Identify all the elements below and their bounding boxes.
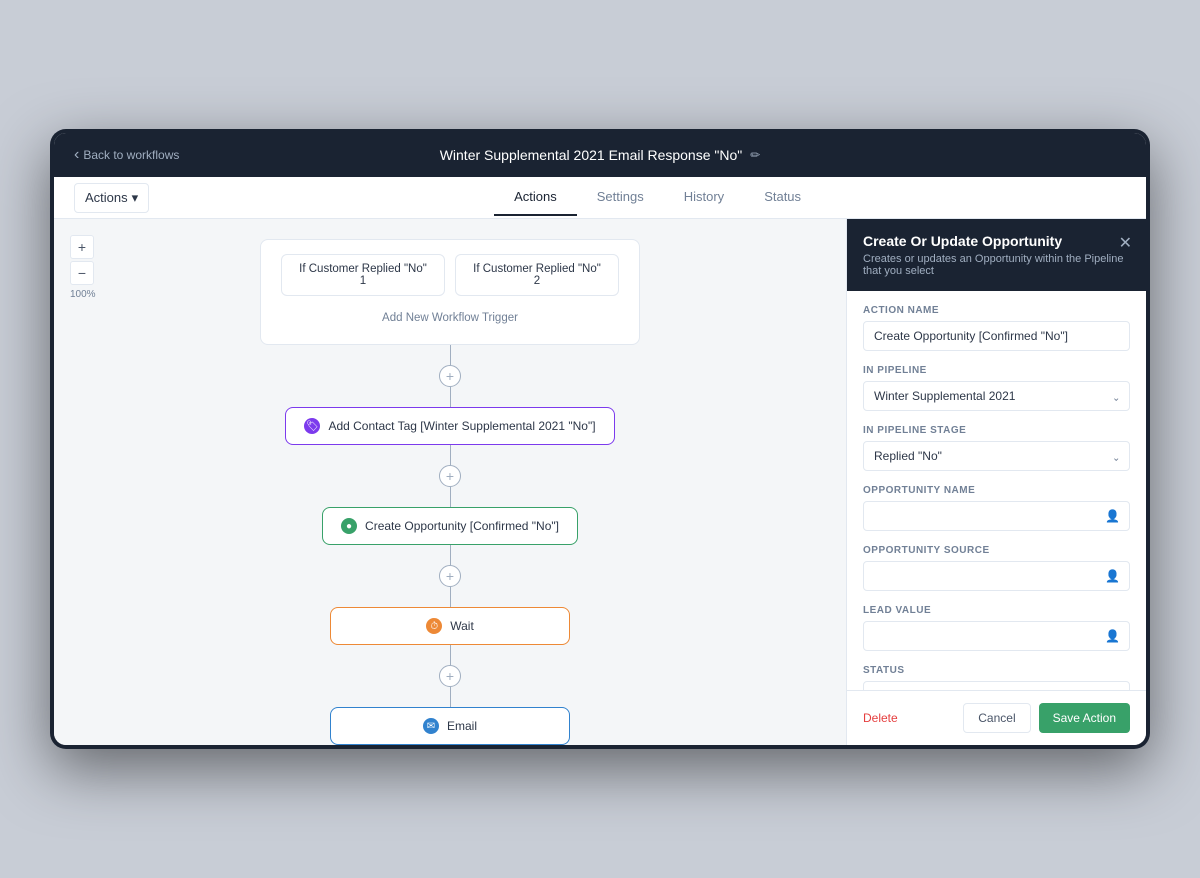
- opportunity-source-input[interactable]: [863, 561, 1130, 591]
- page-title: Winter Supplemental 2021 Email Response …: [440, 147, 761, 163]
- create-opportunity-node[interactable]: ● Create Opportunity [Confirmed "No"]: [322, 507, 578, 545]
- lead-value-label: LEAD VALUE: [863, 605, 1130, 616]
- save-action-button[interactable]: Save Action: [1039, 703, 1130, 733]
- source-icon: 👤: [1105, 569, 1120, 583]
- opportunity-name-input[interactable]: [863, 501, 1130, 531]
- status-select[interactable]: Select Status: [863, 681, 1130, 690]
- pipeline-stage-field: IN PIPELINE STAGE Replied "No": [863, 425, 1130, 471]
- add-trigger-button[interactable]: Add New Workflow Trigger: [281, 306, 619, 330]
- right-panel: Create Or Update Opportunity Creates or …: [846, 219, 1146, 745]
- lead-value-input[interactable]: [863, 621, 1130, 651]
- actions-dropdown[interactable]: Actions ▾: [74, 183, 149, 213]
- tab-list: Actions Settings History Status: [189, 179, 1126, 216]
- opportunity-name-input-wrapper: 👤: [863, 501, 1130, 531]
- opportunity-source-input-wrapper: 👤: [863, 561, 1130, 591]
- email-icon: ✉: [423, 718, 439, 734]
- connector-line: [450, 545, 451, 565]
- opportunity-source-field: OPPORTUNITY SOURCE 👤: [863, 545, 1130, 591]
- panel-body: ACTION NAME IN PIPELINE Winter Supplemen…: [847, 291, 1146, 690]
- panel-subtitle: Creates or updates an Opportunity within…: [863, 253, 1130, 277]
- trigger-chip-1[interactable]: If Customer Replied "No" 1: [281, 254, 445, 296]
- delete-button[interactable]: Delete: [863, 711, 898, 725]
- value-icon: 👤: [1105, 629, 1120, 643]
- tab-status[interactable]: Status: [744, 179, 821, 216]
- in-pipeline-field: IN PIPELINE Winter Supplemental 2021: [863, 365, 1130, 411]
- connector-line: [450, 445, 451, 465]
- tag-node[interactable]: 🏷 Add Contact Tag [Winter Supplemental 2…: [285, 407, 614, 445]
- connector-line: [450, 687, 451, 707]
- connector-1: +: [439, 345, 461, 407]
- tab-settings[interactable]: Settings: [577, 179, 664, 216]
- connector-line: [450, 387, 451, 407]
- trigger-box: If Customer Replied "No" 1 If Customer R…: [260, 239, 640, 345]
- action-name-label: ACTION NAME: [863, 305, 1130, 316]
- tag-icon: 🏷: [304, 418, 320, 434]
- wait-node[interactable]: ⏱ Wait: [330, 607, 570, 645]
- panel-footer: Delete Cancel Save Action: [847, 690, 1146, 745]
- email-node[interactable]: ✉ Email: [330, 707, 570, 745]
- zoom-level: 100%: [70, 289, 96, 300]
- opportunity-source-label: OPPORTUNITY SOURCE: [863, 545, 1130, 556]
- lead-value-input-wrapper: 👤: [863, 621, 1130, 651]
- action-name-input[interactable]: [863, 321, 1130, 351]
- add-step-button-4[interactable]: +: [439, 665, 461, 687]
- workflow-canvas[interactable]: + − 100% If Customer Replied "No" 1 If C…: [54, 219, 846, 745]
- in-pipeline-label: IN PIPELINE: [863, 365, 1130, 376]
- status-label: STATUS: [863, 665, 1130, 676]
- add-step-button-2[interactable]: +: [439, 465, 461, 487]
- pipeline-stage-select[interactable]: Replied "No": [863, 441, 1130, 471]
- tab-history[interactable]: History: [664, 179, 744, 216]
- in-pipeline-select[interactable]: Winter Supplemental 2021: [863, 381, 1130, 411]
- panel-title: Create Or Update Opportunity: [863, 233, 1130, 249]
- status-field: STATUS Select Status: [863, 665, 1130, 690]
- connector-4: +: [439, 645, 461, 707]
- opportunity-icon: ●: [341, 518, 357, 534]
- opportunity-name-label: OPPORTUNITY NAME: [863, 485, 1130, 496]
- pipeline-stage-label: IN PIPELINE STAGE: [863, 425, 1130, 436]
- trigger-row: If Customer Replied "No" 1 If Customer R…: [281, 254, 619, 296]
- connector-line: [450, 487, 451, 507]
- connector-3: +: [439, 545, 461, 607]
- back-button[interactable]: Back to workflows: [74, 146, 179, 164]
- zoom-in-button[interactable]: +: [70, 235, 94, 259]
- wait-icon: ⏱: [426, 618, 442, 634]
- person-icon: 👤: [1105, 509, 1120, 523]
- connector-line: [450, 345, 451, 365]
- status-select-wrapper: Select Status: [863, 681, 1130, 690]
- in-pipeline-select-wrapper: Winter Supplemental 2021: [863, 381, 1130, 411]
- zoom-controls: + − 100%: [70, 235, 96, 300]
- add-step-button-3[interactable]: +: [439, 565, 461, 587]
- tabs-bar: Actions ▾ Actions Settings History Statu…: [54, 177, 1146, 219]
- cancel-button[interactable]: Cancel: [963, 703, 1030, 733]
- lead-value-field: LEAD VALUE 👤: [863, 605, 1130, 651]
- zoom-out-button[interactable]: −: [70, 261, 94, 285]
- opportunity-name-field: OPPORTUNITY NAME 👤: [863, 485, 1130, 531]
- panel-header: Create Or Update Opportunity Creates or …: [847, 219, 1146, 291]
- connector-2: +: [439, 445, 461, 507]
- close-button[interactable]: ✕: [1119, 233, 1132, 253]
- tab-actions[interactable]: Actions: [494, 179, 577, 216]
- edit-icon[interactable]: ✏: [750, 148, 760, 162]
- footer-actions: Cancel Save Action: [963, 703, 1130, 733]
- pipeline-stage-select-wrapper: Replied "No": [863, 441, 1130, 471]
- main-content: + − 100% If Customer Replied "No" 1 If C…: [54, 219, 1146, 745]
- trigger-chip-2[interactable]: If Customer Replied "No" 2: [455, 254, 619, 296]
- action-name-field: ACTION NAME: [863, 305, 1130, 351]
- connector-line: [450, 587, 451, 607]
- add-step-button-1[interactable]: +: [439, 365, 461, 387]
- connector-line: [450, 645, 451, 665]
- app-header: Back to workflows Winter Supplemental 20…: [54, 133, 1146, 177]
